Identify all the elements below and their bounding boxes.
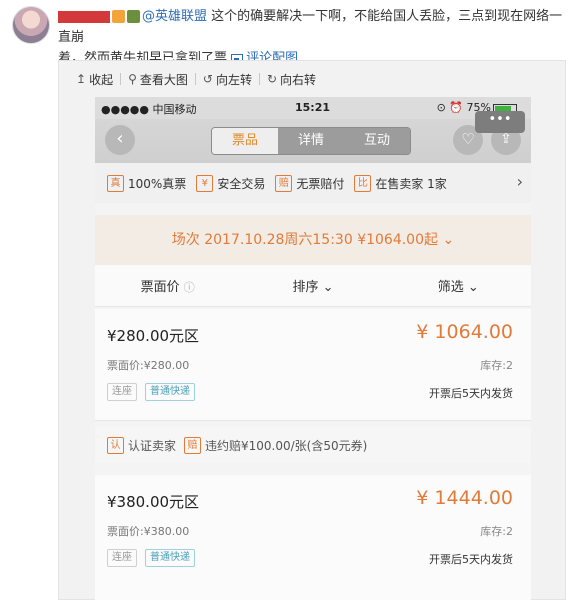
rotate-left-icon: ↺ bbox=[202, 72, 213, 86]
image-viewer-panel: ↥ 收起 ⚲ 查看大图 ↺ 向左转 ↻ 向右转 ●●●●● 中国移动 15:21 ⊙ ⏰… bbox=[58, 60, 566, 600]
chevron-right-icon: › bbox=[516, 172, 523, 191]
phone-screenshot: ●●●●● 中国移动 15:21 ⊙ ⏰ 75% ‹ 票品 详情 互动 ♡ ⇪ … bbox=[95, 97, 531, 600]
sort-face-price-label: 票面价 bbox=[140, 280, 180, 295]
ticket-listing[interactable]: ¥380.00元区 ¥ 1444.00 票面价:¥380.00 库存:2 连座 … bbox=[95, 475, 531, 600]
search-icon: ⚲ bbox=[128, 72, 137, 86]
seller-info: 认认证卖家 赔违约赔¥100.00/张(含50元券) bbox=[95, 427, 531, 463]
tab-tickets[interactable]: 票品 bbox=[212, 128, 278, 154]
feature-sellers: 比在售卖家 1家 bbox=[354, 174, 447, 192]
feature-real-ticket: 真 100%真票 bbox=[107, 174, 187, 192]
tag-delivery: 普通快递 bbox=[145, 549, 195, 567]
session-selector[interactable]: 场次 2017.10.28周六15:30 ¥1064.00起 ⌄ bbox=[95, 215, 531, 265]
ticket-face-price: 票面价:¥380.00 bbox=[107, 525, 190, 538]
tab-segment: 票品 详情 互动 bbox=[211, 127, 411, 155]
feature-strip[interactable]: 真 100%真票 ¥ 安全交易 赔无票赔付 比在售卖家 1家 › bbox=[95, 163, 531, 203]
info-icon: ⓘ bbox=[183, 281, 195, 294]
collapse-label: 收起 bbox=[89, 72, 114, 87]
sort-filter[interactable]: 筛选 ⌄ bbox=[386, 276, 531, 295]
compensation-icon: 赔 bbox=[275, 174, 293, 192]
status-bar: ●●●●● 中国移动 15:21 ⊙ ⏰ 75% bbox=[95, 97, 531, 119]
ticket-shipping: 开票后5天内发货 bbox=[429, 387, 513, 400]
badge-icon bbox=[112, 10, 125, 23]
tag-seat: 连座 bbox=[107, 383, 137, 401]
sort-face-price[interactable]: 票面价 ⓘ bbox=[95, 276, 240, 295]
ticket-zone: ¥380.00元区 bbox=[107, 493, 200, 511]
rotate-right-icon: ↻ bbox=[266, 72, 278, 86]
rotate-left-label: 向左转 bbox=[215, 72, 252, 87]
ticket-face-price: 票面价:¥280.00 bbox=[107, 359, 190, 372]
feature-label: 无票赔付 bbox=[296, 176, 345, 191]
feature-safe-trade: ¥ 安全交易 bbox=[196, 174, 266, 192]
feature-label: 100%真票 bbox=[128, 176, 187, 191]
nav-bar: ‹ 票品 详情 互动 ♡ ⇪ ••• bbox=[95, 111, 531, 163]
redacted-username bbox=[58, 10, 110, 23]
verified-icon: 认 bbox=[107, 436, 124, 454]
feature-label: 安全交易 bbox=[217, 176, 266, 191]
sort-bar: 票面价 ⓘ 排序 ⌄ 筛选 ⌄ bbox=[95, 265, 531, 307]
rotate-right-button[interactable]: ↻ 向右转 bbox=[260, 71, 323, 88]
seller-penalty: 违约赔¥100.00/张(含50元券) bbox=[205, 438, 368, 453]
carrier: ●●●●● 中国移动 bbox=[101, 103, 197, 116]
image-toolbar: ↥ 收起 ⚲ 查看大图 ↺ 向左转 ↻ 向右转 bbox=[59, 61, 565, 97]
yuan-icon: ¥ bbox=[196, 174, 214, 192]
view-large-label: 查看大图 bbox=[139, 72, 188, 87]
rotate-left-button[interactable]: ↺ 向左转 bbox=[196, 71, 259, 88]
ticket-listing[interactable]: ¥280.00元区 ¥ 1064.00 票面价:¥280.00 库存:2 连座 … bbox=[95, 309, 531, 421]
mention-link[interactable]: @英雄联盟 bbox=[142, 9, 207, 24]
back-button[interactable]: ‹ bbox=[105, 125, 135, 155]
ticket-stock: 库存:2 bbox=[480, 359, 513, 372]
real-icon: 真 bbox=[107, 174, 124, 192]
tab-interaction[interactable]: 互动 bbox=[344, 128, 410, 154]
ticket-price: ¥ 1444.00 bbox=[416, 487, 513, 509]
weibo-post: @英雄联盟 这个的确要解决一下啊，不能给国人丢脸，三点到现在网络一直崩 着，然而… bbox=[0, 0, 578, 600]
tab-details[interactable]: 详情 bbox=[278, 128, 344, 154]
status-time: 15:21 bbox=[295, 101, 331, 114]
ticket-zone: ¥280.00元区 bbox=[107, 327, 200, 345]
ticket-price: ¥ 1064.00 bbox=[416, 321, 513, 343]
feature-label: 在售卖家 1家 bbox=[375, 176, 447, 191]
ticket-stock: 库存:2 bbox=[480, 525, 513, 538]
more-icon[interactable]: ••• bbox=[475, 111, 525, 133]
avatar[interactable] bbox=[12, 6, 50, 44]
penalty-icon: 赔 bbox=[184, 436, 202, 454]
rotate-right-label: 向右转 bbox=[280, 72, 317, 87]
ticket-shipping: 开票后5天内发货 bbox=[429, 553, 513, 566]
tag-delivery: 普通快递 bbox=[145, 383, 195, 401]
collapse-button[interactable]: ↥ 收起 bbox=[69, 71, 120, 88]
collapse-icon: ↥ bbox=[76, 72, 87, 86]
compare-icon: 比 bbox=[354, 174, 372, 192]
sort-order[interactable]: 排序 ⌄ bbox=[240, 276, 385, 295]
seller-verified: 认证卖家 bbox=[128, 438, 177, 453]
view-large-button[interactable]: ⚲ 查看大图 bbox=[121, 71, 195, 88]
tag-seat: 连座 bbox=[107, 549, 137, 567]
feature-compensation: 赔无票赔付 bbox=[275, 174, 345, 192]
badge-icon bbox=[127, 10, 140, 23]
